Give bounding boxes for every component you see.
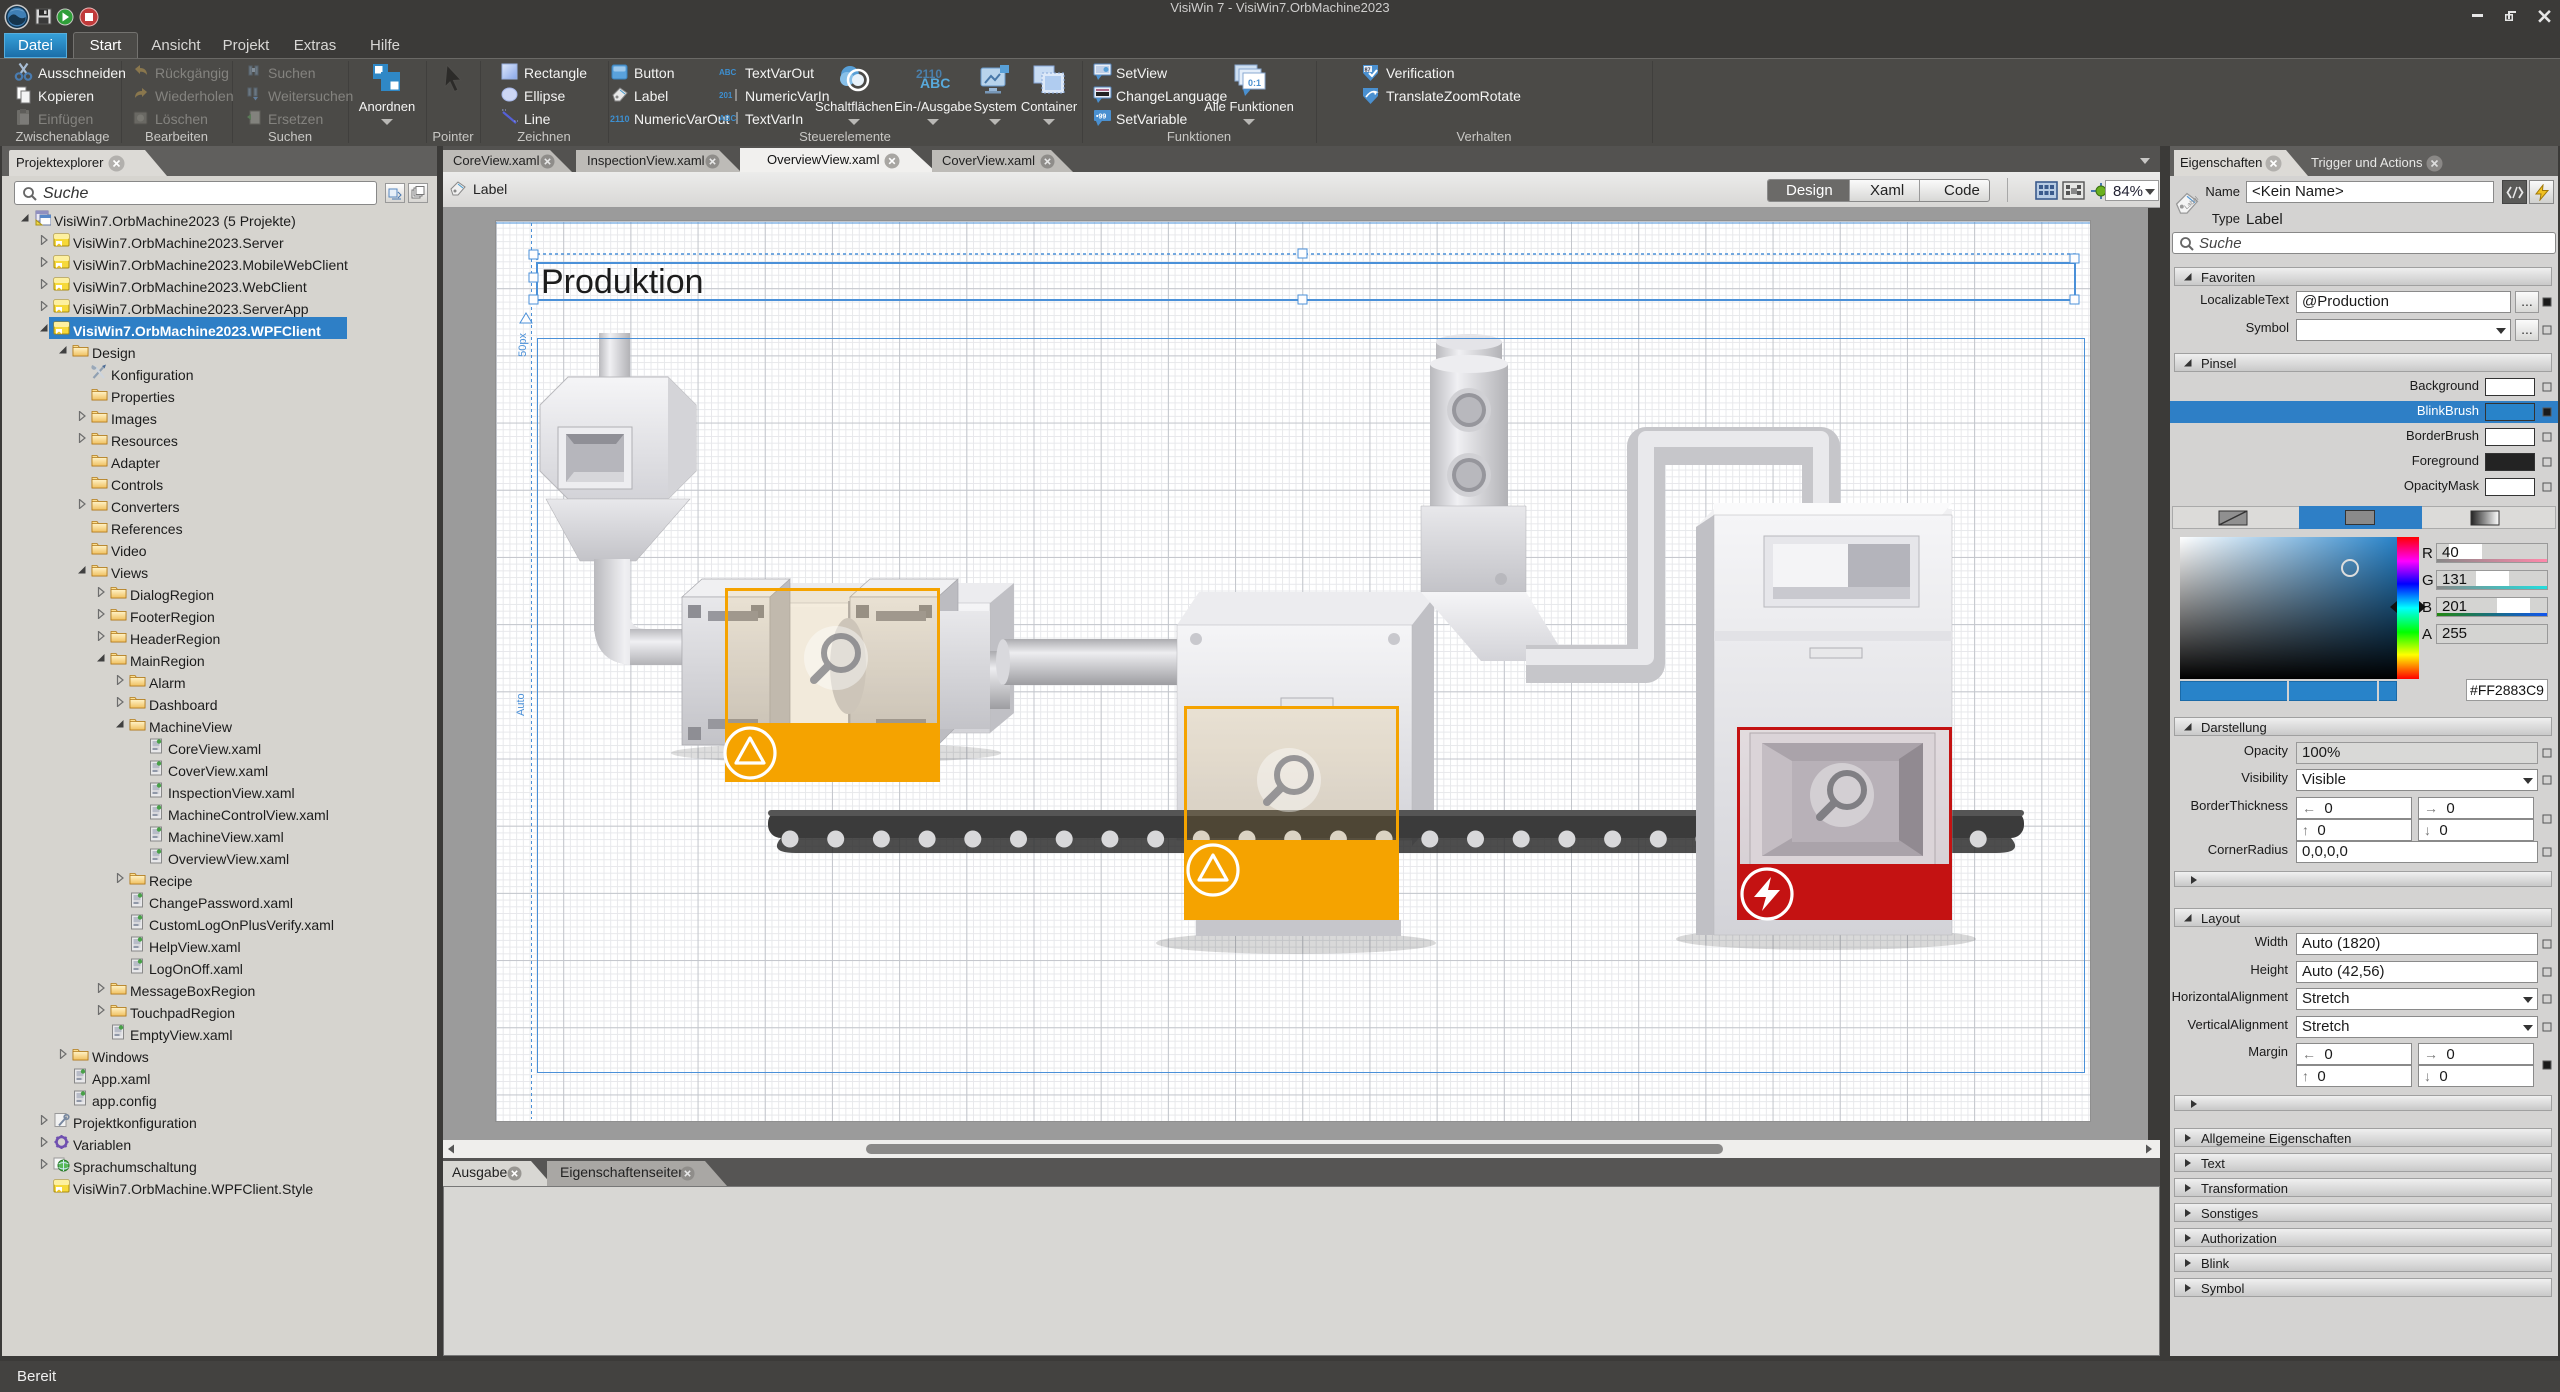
svg-text:ABC: ABC	[719, 68, 737, 77]
svg-text:201: 201	[719, 91, 733, 100]
svg-text:0:1: 0:1	[1248, 78, 1261, 88]
svg-text:50px: 50px	[517, 333, 529, 357]
svg-text:ABC: ABC	[719, 114, 737, 123]
svg-text:•99: •99	[1096, 114, 1106, 121]
svg-text:2110: 2110	[610, 114, 630, 124]
svg-text:Produktion: Produktion	[541, 263, 704, 301]
svg-text:Auto: Auto	[515, 693, 527, 716]
svg-text:ABC: ABC	[920, 75, 950, 91]
